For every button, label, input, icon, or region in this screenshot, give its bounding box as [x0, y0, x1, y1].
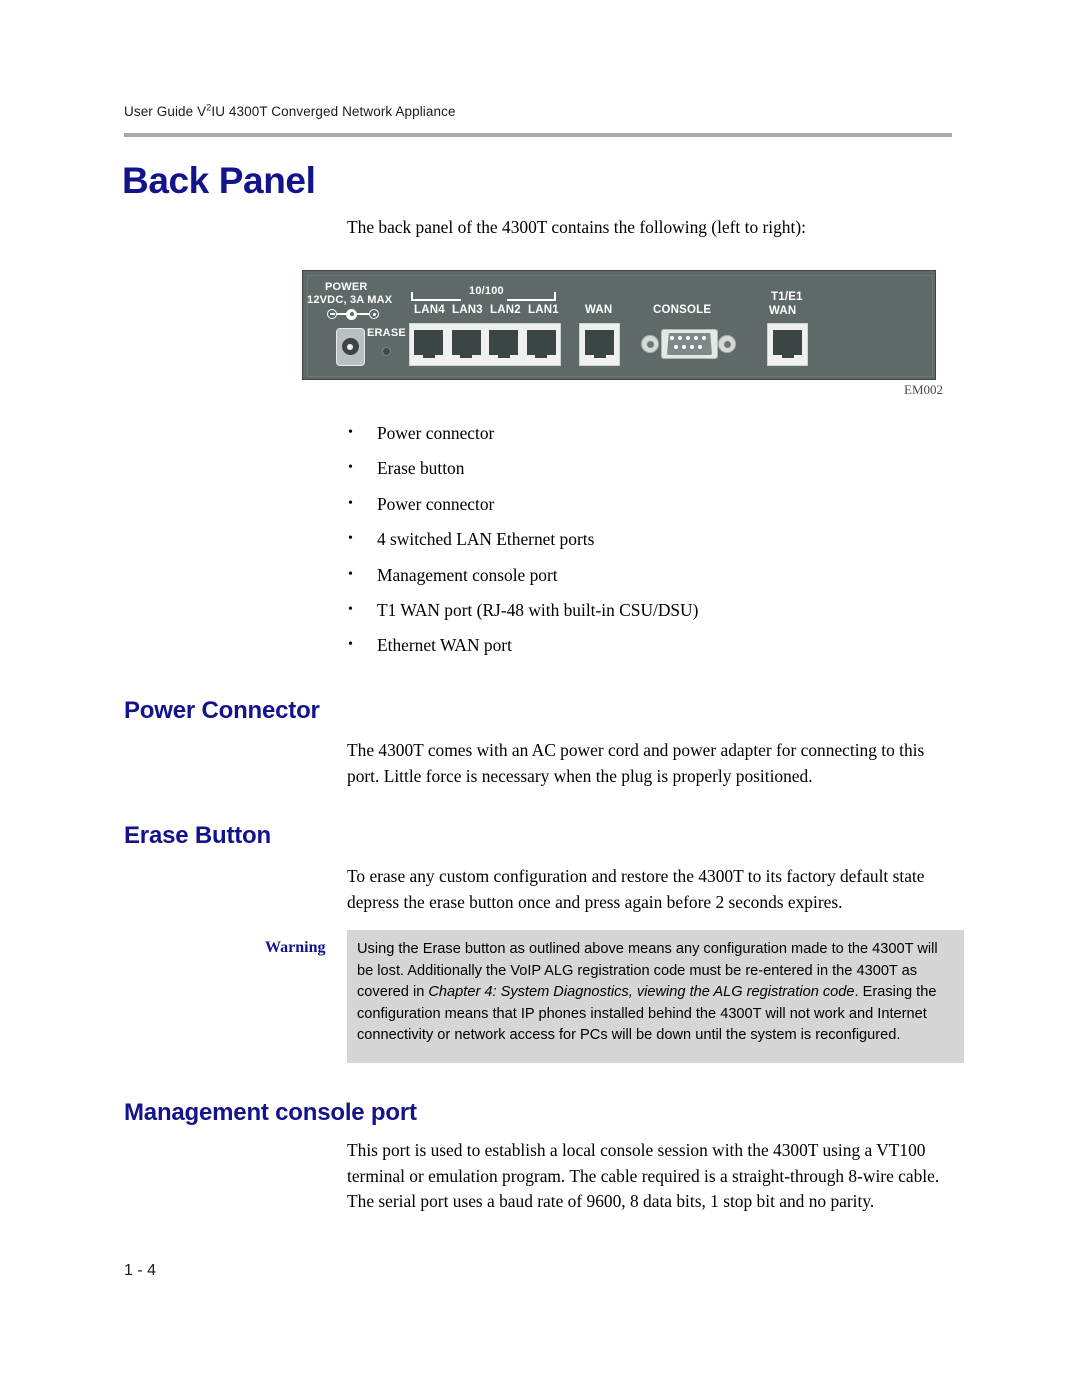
lan3-label: LAN3 — [452, 304, 483, 316]
rj45-port-lan3 — [449, 327, 483, 362]
t1e1-wan-label: WAN — [769, 305, 797, 317]
rj48-port-t1e1 — [767, 323, 808, 366]
warning-text: Using the Erase button as outlined above… — [357, 939, 955, 1047]
bullet-glyph: • — [348, 460, 353, 476]
bracket-tick-right — [554, 292, 556, 300]
list-item: • Power connector — [347, 494, 959, 514]
bracket-label-gap — [461, 297, 507, 302]
rj45-port-lan1 — [524, 327, 558, 362]
lan2-label: LAN2 — [490, 304, 521, 316]
section-body-erase-button: To erase any custom configuration and re… — [347, 866, 925, 912]
bullet-glyph: • — [348, 566, 353, 582]
polarity-dash — [329, 313, 335, 315]
erase-label: ERASE — [367, 327, 406, 339]
erase-button-pinhole — [382, 347, 391, 356]
section-heading-erase-button: Erase Button — [124, 822, 271, 849]
polarity-center-pin — [346, 308, 357, 320]
list-item-label: Erase button — [377, 458, 465, 479]
rj45-port-lan2 — [487, 327, 521, 362]
lan4-label: LAN4 — [414, 304, 445, 316]
console-label: CONSOLE — [653, 304, 712, 316]
page-title: Back Panel — [122, 160, 316, 201]
db9-screwlock-right — [718, 335, 736, 353]
speed-label: 10/100 — [469, 285, 504, 297]
device-back-panel: POWER 12VDC, 3A MAX ERASE 10/100 LAN4 LA… — [302, 270, 936, 380]
t1e1-label: T1/E1 — [771, 291, 803, 303]
dc-power-jack — [336, 328, 365, 366]
lan-port-block — [409, 323, 561, 366]
list-item: • Ethernet WAN port — [347, 635, 959, 655]
db9-console-connector — [639, 329, 740, 359]
bullet-glyph: • — [348, 531, 353, 547]
list-item-label: Management console port — [377, 564, 558, 585]
list-item: • T1 WAN port (RJ-48 with built-in CSU/D… — [347, 600, 959, 620]
back-panel-component-list: • Power connector • Erase button • Power… — [347, 423, 959, 671]
section-body-power-connector: The 4300T comes with an AC power cord an… — [347, 740, 925, 786]
bracket-tick-left — [411, 292, 413, 300]
rj48-jack-t1e1 — [771, 327, 804, 362]
list-item: • Management console port — [347, 565, 959, 585]
rj45-port-lan4 — [412, 327, 445, 362]
list-item-label: T1 WAN port (RJ-48 with built-in CSU/DSU… — [377, 599, 699, 620]
list-item-label: 4 switched LAN Ethernet ports — [377, 529, 595, 550]
rj45-port-wan — [579, 323, 620, 366]
list-item-label: Power connector — [377, 493, 495, 514]
section-body-management-console-port: This port is used to establish a local c… — [347, 1140, 940, 1212]
back-panel-figure: POWER 12VDC, 3A MAX ERASE 10/100 LAN4 LA… — [302, 270, 943, 397]
db9-pins — [670, 336, 709, 352]
bullet-glyph: • — [348, 495, 353, 511]
list-item-label: Power connector — [377, 423, 495, 443]
polarity-dot-right — [372, 313, 376, 316]
bullet-glyph: • — [348, 637, 353, 653]
warning-label: Warning — [265, 939, 326, 956]
rj45-jack-wan — [583, 327, 616, 362]
power-label: POWER — [325, 281, 368, 293]
bullet-glyph: • — [348, 425, 353, 440]
power-spec-label: 12VDC, 3A MAX — [307, 294, 393, 306]
list-item: • 4 switched LAN Ethernet ports — [347, 529, 959, 549]
section-heading-power-connector: Power Connector — [124, 697, 320, 724]
panel-inner-bevel — [307, 275, 933, 377]
list-item: • Power connector — [347, 423, 959, 443]
db9-screwlock-left — [641, 335, 659, 353]
lan1-label: LAN1 — [528, 304, 559, 316]
section-heading-management-console-port: Management console port — [124, 1099, 417, 1126]
list-item-label: Ethernet WAN port — [377, 635, 512, 656]
running-header: User Guide V2IU 4300T Converged Network … — [124, 103, 456, 119]
header-divider-rule — [124, 133, 952, 137]
page-number: 1 - 4 — [124, 1262, 157, 1279]
running-header-pre: User Guide V — [124, 104, 207, 119]
power-polarity-icon — [327, 308, 379, 320]
wan-label: WAN — [585, 304, 613, 316]
document-page: User Guide V2IU 4300T Converged Network … — [0, 0, 1080, 1397]
warning-callout-box: Using the Erase button as outlined above… — [347, 930, 964, 1063]
polarity-bar-right — [357, 313, 369, 315]
list-item: • Erase button — [347, 458, 959, 478]
figure-caption: EM002 — [904, 382, 943, 397]
intro-paragraph: The back panel of the 4300T contains the… — [347, 217, 806, 237]
bullet-glyph: • — [348, 601, 353, 617]
warning-text-reference: Chapter 4: System Diagnostics, viewing t… — [428, 984, 855, 1001]
running-header-post: IU 4300T Converged Network Appliance — [211, 104, 456, 119]
